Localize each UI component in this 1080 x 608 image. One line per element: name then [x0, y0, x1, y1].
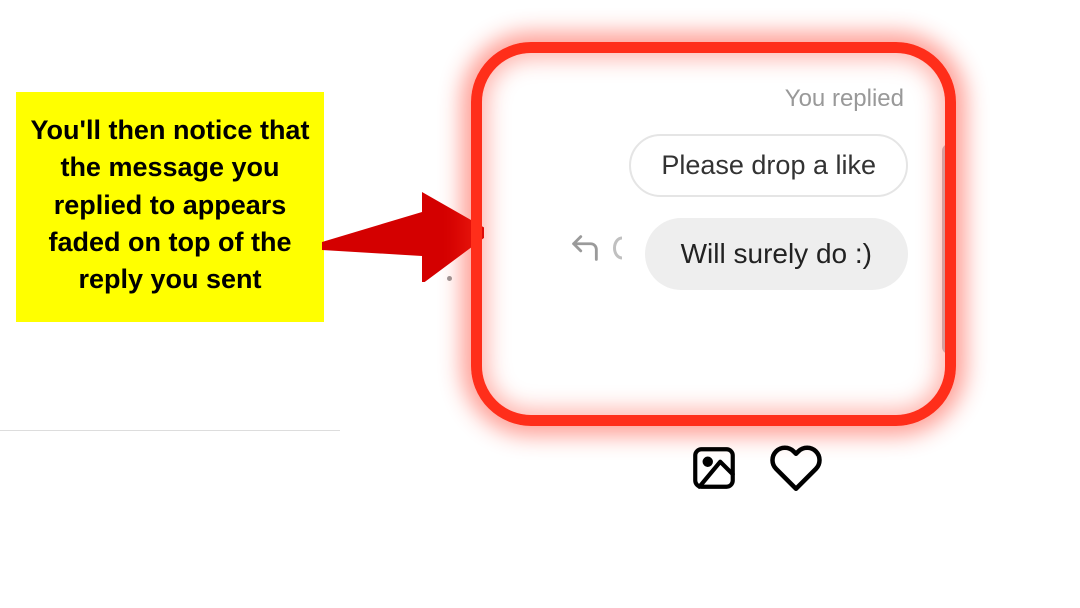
quoted-message-text: Please drop a like [661, 150, 876, 180]
annotation-callout: You'll then notice that the message you … [16, 92, 324, 322]
reply-message-bubble[interactable]: Will surely do :) [645, 218, 908, 290]
reply-arrow-icon[interactable] [565, 228, 605, 268]
arrow-icon [322, 192, 492, 282]
chat-panel: You replied Please drop a like Will sure… [484, 60, 942, 420]
divider-line [0, 430, 340, 431]
reply-message-text: Will surely do :) [681, 238, 872, 269]
scrollbar-thumb[interactable] [942, 144, 956, 354]
gallery-icon[interactable] [686, 440, 742, 496]
message-input-actions [686, 440, 824, 496]
message-hover-actions [565, 228, 647, 268]
heart-icon[interactable] [768, 440, 824, 496]
quoted-message-bubble[interactable]: Please drop a like [629, 134, 908, 197]
more-options-icon[interactable] [607, 228, 647, 268]
you-replied-label: You replied [785, 85, 904, 113]
callout-text: You'll then notice that the message you … [31, 115, 310, 294]
